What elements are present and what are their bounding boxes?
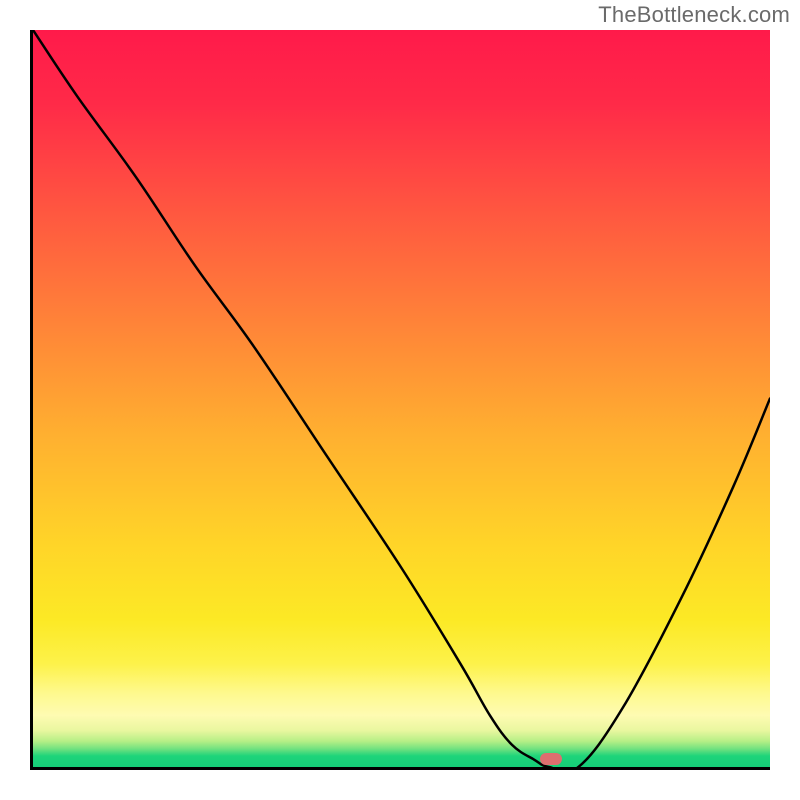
bottleneck-curve [33,30,770,767]
chart-area [30,30,770,770]
optimal-point-marker [540,753,562,765]
curve-path [33,30,770,767]
watermark-text: TheBottleneck.com [598,2,790,28]
